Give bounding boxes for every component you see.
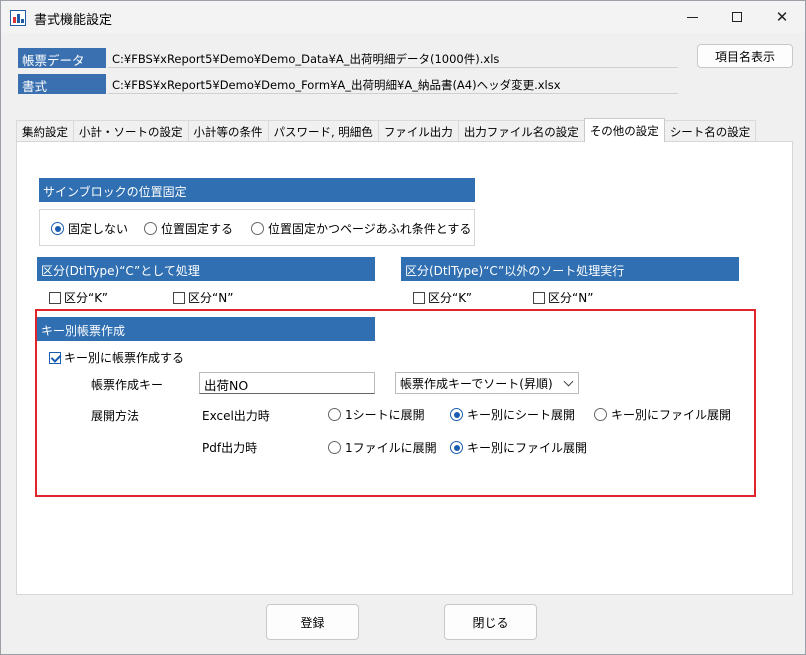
dtl-other-header: 区分(DtlType)“C”以外のソート処理実行 — [401, 257, 739, 281]
data-file-label: 帳票データ — [18, 48, 106, 68]
key-label: 帳票作成キー — [91, 378, 164, 392]
radio-label: キー別にファイル展開 — [611, 408, 732, 422]
form-file-path: C:¥FBS¥xReport5¥Demo¥Demo_Form¥A_出荷明細¥A_… — [108, 74, 678, 94]
tab-6[interactable]: 出力ファイル名の設定 — [457, 120, 585, 142]
radio-label: キー別にファイル展開 — [467, 441, 588, 455]
sort-select-value: 帳票作成キーでソート(昇順) — [400, 377, 553, 391]
settings-window: 書式機能設定 ✕ 帳票データ C:¥FBS¥xReport5¥Demo¥Demo… — [0, 0, 806, 655]
pdf-output-label: Pdf出力時 — [202, 441, 258, 455]
radio-label: 位置固定する — [161, 222, 234, 236]
radio-icon — [144, 222, 157, 235]
title-bar: 書式機能設定 ✕ — [1, 1, 805, 33]
app-chart-icon — [10, 10, 26, 26]
window-title: 書式機能設定 — [34, 13, 113, 28]
key-input[interactable]: 出荷NO — [199, 372, 375, 394]
excel-output-label: Excel出力時 — [202, 409, 270, 423]
checkbox-icon — [173, 291, 185, 304]
key-report-header: キー別帳票作成 — [37, 317, 375, 341]
show-item-names-button[interactable]: 項目名表示 — [697, 44, 793, 68]
close-icon: ✕ — [775, 8, 789, 26]
radio-icon — [328, 441, 341, 454]
dtl-other-check-k[interactable]: 区分“K” — [413, 289, 472, 306]
checkbox-label: 区分“K” — [64, 291, 108, 305]
dtl-other-check-n[interactable]: 区分“N” — [533, 289, 593, 306]
tab-7[interactable]: その他の設定 — [583, 118, 665, 142]
close-window-button[interactable]: ✕ — [759, 1, 805, 33]
excel-radio-one-sheet[interactable]: 1シートに展開 — [328, 406, 425, 423]
radio-icon — [594, 408, 607, 421]
sort-select[interactable]: 帳票作成キーでソート(昇順) — [395, 372, 579, 394]
minimize-button[interactable] — [669, 1, 715, 33]
pdf-radio-one-file[interactable]: 1ファイルに展開 — [328, 439, 437, 456]
checkbox-label: 区分“N” — [548, 291, 594, 305]
excel-radio-file-per-key[interactable]: キー別にファイル展開 — [594, 406, 731, 423]
checkbox-icon — [533, 291, 545, 304]
maximize-icon — [732, 12, 742, 22]
tab-1[interactable]: 集約設定 — [16, 120, 74, 142]
radio-fix-position[interactable]: 位置固定する — [144, 220, 233, 237]
radio-fix-position-overflow[interactable]: 位置固定かつページあふれ条件とする — [251, 220, 471, 237]
dtl-c-check-k[interactable]: 区分“K” — [49, 289, 108, 306]
tab-3[interactable]: 小計等の条件 — [187, 120, 269, 142]
checkbox-label: キー別に帳票作成する — [64, 351, 185, 365]
pdf-radio-file-per-key[interactable]: キー別にファイル展開 — [450, 439, 587, 456]
close-button[interactable]: 閉じる — [444, 604, 537, 640]
tab-strip: 集約設定 小計・ソートの設定 小計等の条件 パスワード, 明細色 ファイル出力 出力ファイ… — [16, 118, 757, 142]
dtl-c-header: 区分(DtlType)“C”として処理 — [37, 257, 375, 281]
excel-radio-sheet-per-key[interactable]: キー別にシート展開 — [450, 406, 575, 423]
dtl-c-check-n[interactable]: 区分“N” — [173, 289, 233, 306]
expand-method-label: 展開方法 — [91, 409, 140, 423]
radio-icon — [51, 222, 64, 235]
radio-icon — [251, 222, 264, 235]
radio-icon — [328, 408, 341, 421]
radio-label: 1シートに展開 — [345, 408, 425, 422]
key-report-enable-checkbox[interactable]: キー別に帳票作成する — [49, 349, 184, 366]
radio-icon — [450, 441, 463, 454]
tab-5[interactable]: ファイル出力 — [377, 120, 459, 142]
form-file-label: 書式 — [18, 74, 106, 94]
radio-icon — [450, 408, 463, 421]
tab-8[interactable]: シート名の設定 — [663, 120, 757, 142]
radio-no-fix[interactable]: 固定しない — [51, 220, 128, 237]
checkbox-label: 区分“K” — [428, 291, 472, 305]
tab-4[interactable]: パスワード, 明細色 — [267, 120, 379, 142]
radio-label: 1ファイルに展開 — [345, 441, 437, 455]
radio-label: 固定しない — [68, 222, 129, 236]
radio-label: 位置固定かつページあふれ条件とする — [268, 222, 472, 236]
chevron-down-icon — [563, 376, 574, 387]
data-file-path: C:¥FBS¥xReport5¥Demo¥Demo_Data¥A_出荷明細データ… — [108, 48, 678, 68]
checkbox-checked-icon — [49, 351, 61, 364]
checkbox-label: 区分“N” — [188, 291, 234, 305]
radio-label: キー別にシート展開 — [467, 408, 576, 422]
checkbox-icon — [413, 291, 425, 304]
tab-2[interactable]: 小計・ソートの設定 — [73, 120, 189, 142]
register-button[interactable]: 登録 — [266, 604, 359, 640]
maximize-button[interactable] — [714, 1, 760, 33]
minimize-icon — [686, 16, 698, 18]
sign-block-header: サインブロックの位置固定 — [39, 178, 475, 202]
checkbox-icon — [49, 291, 61, 304]
